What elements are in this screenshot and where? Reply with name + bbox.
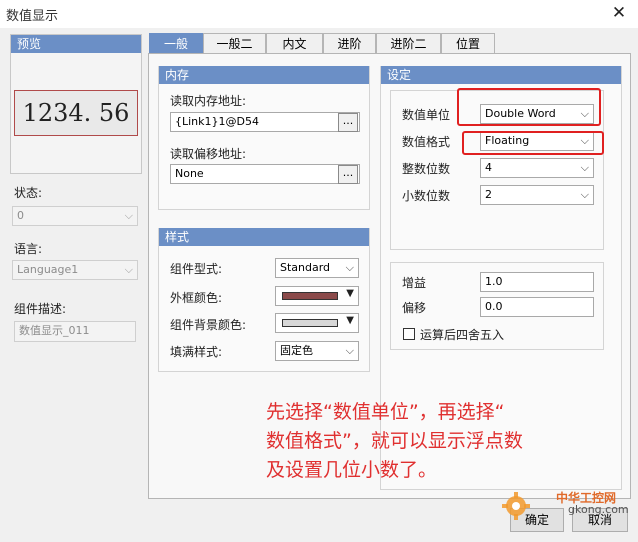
- gain-input[interactable]: 1.0: [480, 272, 594, 292]
- offset-addr-input[interactable]: None: [170, 164, 360, 184]
- watermark-url: gkong.com: [568, 503, 629, 516]
- format-highlight-box: [462, 131, 604, 155]
- chevron-down-icon: ⌵: [580, 161, 589, 174]
- tab-4[interactable]: 进阶二: [376, 33, 441, 54]
- gain-label: 增益: [402, 276, 427, 290]
- title-bar: [0, 0, 638, 28]
- dropdown-arrow-icon: ▼: [346, 288, 354, 299]
- memory-header: 内存: [159, 66, 369, 84]
- desc-input[interactable]: 数值显示_011: [14, 321, 136, 342]
- annotation-line: 及设置几位小数了。: [266, 459, 438, 481]
- fill-combo[interactable]: 固定色 ⌵: [275, 341, 359, 361]
- offset-input[interactable]: 0.0: [480, 297, 594, 317]
- bg-color-swatch: [282, 319, 338, 327]
- read-addr-label: 读取内存地址:: [170, 94, 247, 108]
- border-color-label: 外框颜色:: [170, 291, 223, 305]
- chevron-down-icon: ⌵: [345, 344, 354, 357]
- int-digits-combo[interactable]: 4 ⌵: [480, 158, 594, 178]
- read-addr-browse-button[interactable]: ...: [338, 113, 358, 132]
- bg-color-label: 组件背景颜色:: [170, 318, 247, 332]
- tab-0[interactable]: 一般: [149, 33, 203, 54]
- chevron-down-icon: ⌵: [580, 188, 589, 201]
- state-value: 0: [17, 209, 24, 222]
- language-combo[interactable]: Language1 ⌵: [12, 260, 138, 280]
- offset-addr-label: 读取偏移地址:: [170, 147, 247, 161]
- round-checkbox[interactable]: [403, 328, 415, 340]
- dec-digits-value: 2: [485, 188, 492, 201]
- chevron-down-icon: ⌵: [345, 261, 354, 274]
- read-addr-input[interactable]: {Link1}1@D54: [170, 112, 360, 132]
- bg-color-picker[interactable]: ▼: [275, 313, 359, 333]
- annotation-line: 数值格式”，就可以显示浮点数: [266, 430, 523, 452]
- close-icon[interactable]: ✕: [606, 2, 632, 24]
- type-combo[interactable]: Standard ⌵: [275, 258, 359, 278]
- watermark-gear-icon: [500, 490, 532, 522]
- tab-3[interactable]: 进阶: [323, 33, 376, 54]
- dec-digits-combo[interactable]: 2 ⌵: [480, 185, 594, 205]
- style-header: 样式: [159, 228, 369, 246]
- type-value: Standard: [280, 261, 331, 274]
- format-label: 数值格式: [402, 135, 451, 149]
- int-digits-label: 整数位数: [402, 162, 451, 176]
- tab-5[interactable]: 位置: [441, 33, 495, 54]
- preview-header: 预览: [11, 35, 141, 53]
- annotation-text: 先选择“数值单位”，再选择“ 数值格式”，就可以显示浮点数 及设置几位小数了。: [266, 398, 596, 485]
- tab-2[interactable]: 内文: [266, 33, 323, 54]
- settings-header: 设定: [381, 66, 621, 84]
- unit-label: 数值单位: [402, 108, 451, 122]
- border-color-picker[interactable]: ▼: [275, 286, 359, 306]
- state-label: 状态:: [14, 186, 43, 200]
- int-digits-value: 4: [485, 161, 492, 174]
- memory-group: [158, 66, 370, 210]
- fill-value: 固定色: [280, 344, 313, 357]
- tab-1[interactable]: 一般二: [203, 33, 266, 54]
- round-label: 运算后四舍五入: [420, 328, 505, 342]
- annotation-line: 先选择“数值单位”，再选择“: [266, 401, 505, 423]
- fill-label: 填满样式:: [170, 345, 223, 359]
- preview-display: 1234. 56: [14, 90, 138, 136]
- offset-label: 偏移: [402, 301, 427, 315]
- window-title: 数值显示: [6, 9, 59, 24]
- offset-addr-browse-button[interactable]: ...: [338, 165, 358, 184]
- border-color-swatch: [282, 292, 338, 300]
- dropdown-arrow-icon: ▼: [346, 315, 354, 326]
- dec-digits-label: 小数位数: [402, 189, 451, 203]
- state-combo[interactable]: 0 ⌵: [12, 206, 138, 226]
- unit-highlight-box: [457, 88, 601, 126]
- desc-label: 组件描述:: [14, 302, 67, 316]
- chevron-down-icon: ⌵: [124, 263, 133, 276]
- language-value: Language1: [17, 263, 79, 276]
- type-label: 组件型式:: [170, 262, 223, 276]
- language-label: 语言:: [14, 242, 43, 256]
- chevron-down-icon: ⌵: [124, 209, 133, 222]
